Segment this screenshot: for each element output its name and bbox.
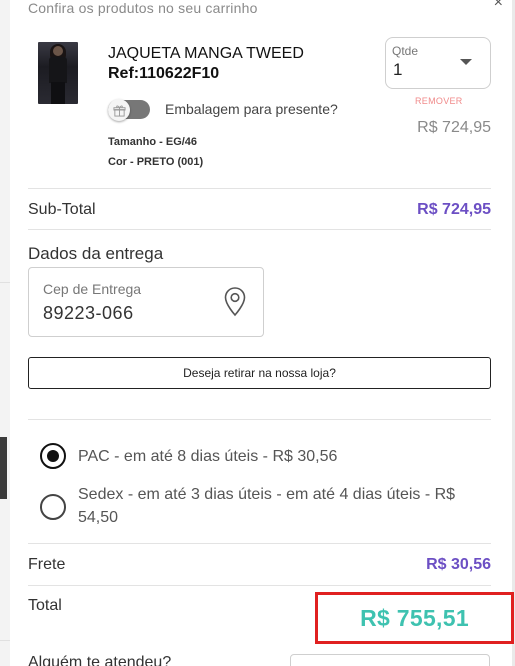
location-pin-icon[interactable] [223,286,247,318]
quantity-value: 1 [393,60,403,79]
item-price: R$ 724,95 [417,119,491,136]
delivery-section-title: Dados da entrega [28,244,164,263]
shipping-sedex-line2: 54,50 [78,509,119,526]
product-image[interactable] [38,42,78,104]
freight-value: R$ 30,56 [426,556,491,573]
gift-icon [108,99,130,121]
backdrop-element [0,437,7,499]
cep-field[interactable]: Cep de Entrega 89223-066 [28,267,264,337]
shipping-radio-pac[interactable] [40,443,66,469]
gift-wrap-label: Embalagem para presente? [165,101,338,117]
backdrop-divider [0,282,10,283]
help-question: Alguém te atendeu? [28,654,172,666]
help-select[interactable] [290,654,490,666]
product-ref: Ref:110622F10 [108,65,220,82]
shipping-option-sedex[interactable]: Sedex - em até 3 dias úteis - em até 4 d… [78,483,455,529]
shipping-sedex-line1: Sedex - em até 3 dias úteis - em até 4 d… [78,486,456,503]
total-value: R$ 755,51 [360,604,469,631]
cart-header: Confira os produtos no seu carrinho [28,0,258,16]
quantity-label: Qtde [392,44,419,58]
product-color: Cor - PRETO (001) [108,156,204,168]
cep-value: 89223-066 [43,303,134,323]
remove-item-link[interactable]: REMOVER [415,96,463,106]
backdrop-divider [0,640,10,641]
gift-wrap-toggle[interactable] [108,99,150,121]
divider [28,229,491,230]
store-pickup-label: Deseja retirar na nossa loja? [183,366,336,380]
total-label: Total [28,597,62,614]
close-icon[interactable]: × [494,0,503,12]
shipping-option-pac[interactable]: PAC - em até 8 dias úteis - R$ 30,56 [78,445,337,468]
product-size: Tamanho - EG/46 [108,136,198,148]
cep-label: Cep de Entrega [43,281,142,297]
divider [28,543,491,544]
divider [28,585,491,586]
product-name: JAQUETA MANGA TWEED [108,45,304,62]
subtotal-value: R$ 724,95 [417,201,491,218]
product-title[interactable]: JAQUETA MANGA TWEED Ref:110622F10 [108,44,304,84]
divider [28,419,491,420]
quantity-select[interactable]: Qtde 1 [385,37,491,89]
chevron-down-icon [460,59,472,65]
shipping-radio-sedex[interactable] [40,494,66,520]
backdrop-edge [0,0,10,666]
divider [28,188,491,189]
store-pickup-button[interactable]: Deseja retirar na nossa loja? [28,357,491,389]
subtotal-label: Sub-Total [28,201,96,218]
freight-label: Frete [28,556,66,573]
total-highlight: R$ 755,51 [315,592,514,644]
